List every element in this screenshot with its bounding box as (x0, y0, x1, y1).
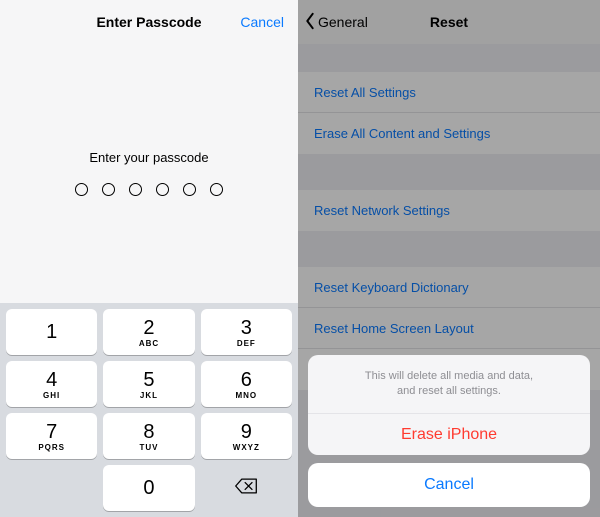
cancel-button[interactable]: Cancel (240, 0, 284, 44)
key-1[interactable]: 1 (6, 309, 97, 355)
passcode-dot (183, 183, 196, 196)
passcode-dot (129, 183, 142, 196)
key-5[interactable]: 5JKL (103, 361, 194, 407)
key-4[interactable]: 4GHI (6, 361, 97, 407)
passcode-dot (102, 183, 115, 196)
nav-title: Enter Passcode (96, 14, 201, 30)
passcode-prompt: Enter your passcode (0, 150, 298, 165)
key-0[interactable]: 0 (103, 465, 194, 511)
passcode-dot (156, 183, 169, 196)
key-2[interactable]: 2ABC (103, 309, 194, 355)
passcode-dot (210, 183, 223, 196)
sheet-cancel-button[interactable]: Cancel (308, 463, 590, 507)
key-6[interactable]: 6MNO (201, 361, 292, 407)
key-blank (6, 465, 97, 511)
nav-bar: Enter Passcode Cancel (0, 0, 298, 44)
key-9[interactable]: 9WXYZ (201, 413, 292, 459)
action-sheet: This will delete all media and data, and… (308, 355, 590, 507)
passcode-dot (75, 183, 88, 196)
key-7[interactable]: 7PQRS (6, 413, 97, 459)
sheet-message: This will delete all media and data, and… (308, 355, 590, 413)
key-8[interactable]: 8TUV (103, 413, 194, 459)
key-backspace[interactable] (201, 465, 292, 511)
erase-iphone-button[interactable]: Erase iPhone (308, 413, 590, 455)
key-3[interactable]: 3DEF (201, 309, 292, 355)
numeric-keypad: 1 2ABC 3DEF 4GHI 5JKL 6MNO 7PQRS 8TUV 9W… (0, 303, 298, 517)
passcode-dots (0, 183, 298, 196)
reset-settings-screen: General Reset Reset All Settings Erase A… (298, 0, 600, 517)
passcode-screen: Enter Passcode Cancel Enter your passcod… (0, 0, 298, 517)
backspace-icon (234, 477, 258, 500)
